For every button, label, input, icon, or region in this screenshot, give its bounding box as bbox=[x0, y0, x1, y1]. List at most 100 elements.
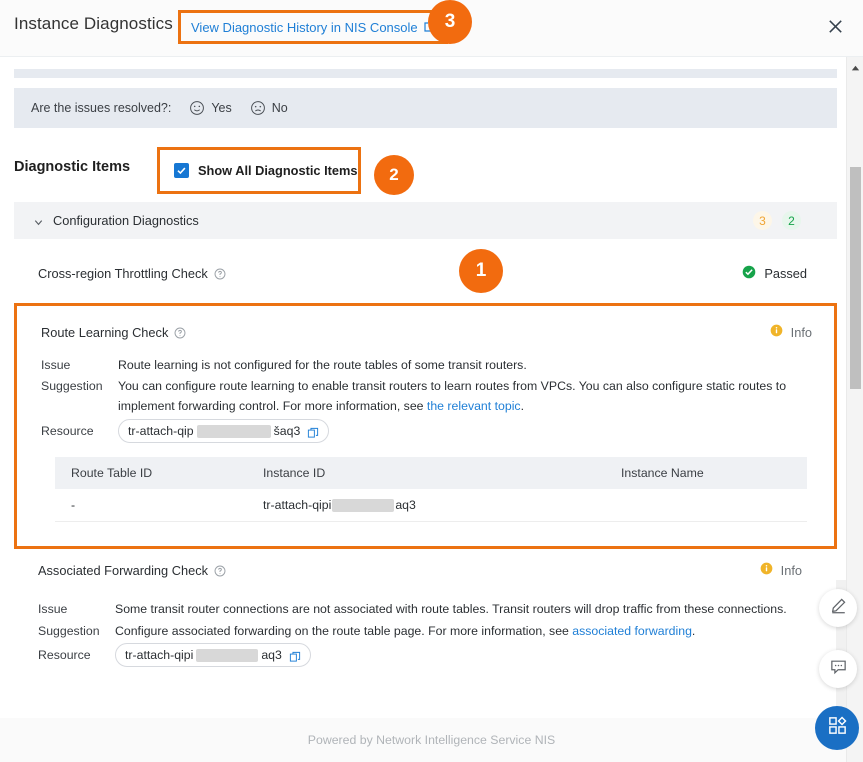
group-title: Configuration Diagnostics bbox=[53, 213, 199, 228]
issue-field: Issue Some transit router connections ar… bbox=[38, 599, 808, 619]
apps-launcher-button[interactable] bbox=[815, 706, 859, 750]
check-row-cross-region-throttling: Cross-region Throttling Check Pas bbox=[14, 239, 837, 306]
suggestion-text: Configure associated forwarding on the r… bbox=[115, 621, 808, 641]
passed-count-badge: 2 bbox=[782, 211, 801, 230]
suggestion-link[interactable]: the relevant topic bbox=[427, 399, 521, 413]
issue-text: Some transit router connections are not … bbox=[115, 599, 808, 619]
redacted-segment bbox=[197, 425, 271, 438]
show-all-diagnostic-items-checkbox[interactable] bbox=[174, 163, 189, 178]
check-status-label: Info bbox=[791, 325, 812, 340]
warning-count-badge: 3 bbox=[753, 211, 772, 230]
resource-id-prefix: tr-attach-qipi bbox=[125, 645, 193, 665]
check-status-info: Info bbox=[770, 324, 812, 340]
issue-label: Issue bbox=[41, 355, 118, 375]
check-title: Associated Forwarding Check bbox=[38, 563, 226, 578]
group-count-badges: 3 2 bbox=[753, 211, 801, 230]
resource-field: Resource tr-attach-qipi aq3 bbox=[38, 643, 808, 667]
info-circle-icon bbox=[760, 562, 773, 578]
apps-grid-icon bbox=[827, 715, 848, 741]
resource-chip[interactable]: tr-attach-qip šaq3 bbox=[118, 419, 329, 443]
feedback-yes-option[interactable]: Yes bbox=[189, 100, 231, 116]
instance-id-prefix: tr-attach-qipi bbox=[263, 498, 331, 512]
suggestion-text-post: . bbox=[521, 399, 524, 413]
step-badge-1: 1 bbox=[459, 249, 503, 293]
instance-diagnostics-dialog: Instance Diagnostics View Diagnostic His… bbox=[0, 0, 863, 762]
dialog-body: Are the issues resolved?: Yes bbox=[0, 57, 863, 762]
step-badge-2: 2 bbox=[374, 155, 414, 195]
suggestion-label: Suggestion bbox=[41, 376, 118, 416]
resource-field: Resource tr-attach-qip šaq3 bbox=[41, 419, 811, 443]
chat-feedback-button[interactable] bbox=[819, 650, 857, 688]
suggestion-text: You can configure route learning to enab… bbox=[118, 376, 811, 416]
info-circle-icon bbox=[770, 324, 783, 340]
check-status-passed: Passed bbox=[742, 265, 807, 282]
check-circle-icon bbox=[742, 265, 756, 282]
suggestion-link[interactable]: associated forwarding bbox=[572, 624, 692, 638]
issue-text: Route learning is not configured for the… bbox=[118, 355, 811, 375]
resource-id-suffix: šaq3 bbox=[274, 421, 301, 441]
show-all-diagnostic-items-highlight: Show All Diagnostic Items bbox=[157, 147, 361, 194]
column-header-instance-id: Instance ID bbox=[263, 466, 621, 480]
edit-feedback-button[interactable] bbox=[819, 589, 857, 627]
issue-label: Issue bbox=[38, 599, 115, 619]
check-status-label: Info bbox=[781, 563, 802, 578]
cell-route-table-id: - bbox=[55, 498, 263, 512]
scrollbar-thumb[interactable] bbox=[850, 167, 861, 389]
close-button[interactable] bbox=[821, 12, 849, 40]
help-circle-icon[interactable] bbox=[174, 327, 186, 339]
chevron-down-icon bbox=[33, 215, 44, 226]
smiley-face-icon bbox=[189, 100, 205, 116]
suggestion-field: Suggestion Configure associated forwardi… bbox=[38, 621, 808, 641]
check-title: Route Learning Check bbox=[41, 325, 186, 340]
powered-by-label: Powered by Network Intelligence Service … bbox=[308, 733, 555, 747]
diagnostic-items-heading: Diagnostic Items bbox=[14, 159, 130, 175]
step-badge-3: 3 bbox=[428, 0, 472, 44]
show-all-diagnostic-items-label: Show All Diagnostic Items bbox=[198, 163, 358, 178]
suggestion-field: Suggestion You can configure route learn… bbox=[41, 376, 811, 416]
top-spacer-band bbox=[14, 69, 837, 78]
check-title-label: Cross-region Throttling Check bbox=[38, 266, 208, 281]
resource-id-prefix: tr-attach-qip bbox=[128, 421, 194, 441]
check-status-info: Info bbox=[760, 562, 802, 578]
resource-chip[interactable]: tr-attach-qipi aq3 bbox=[115, 643, 311, 667]
feedback-no-option[interactable]: No bbox=[250, 100, 288, 116]
suggestion-text-post: . bbox=[692, 624, 695, 638]
frowny-face-icon bbox=[250, 100, 266, 116]
suggestion-label: Suggestion bbox=[38, 621, 115, 641]
pencil-icon bbox=[829, 596, 848, 620]
route-learning-check-highlight: Route Learning Check bbox=[14, 303, 837, 549]
check-title: Cross-region Throttling Check bbox=[38, 266, 226, 281]
route-learning-result-table: Route Table ID Instance ID Instance Name… bbox=[55, 457, 807, 522]
page-title: Instance Diagnostics bbox=[14, 14, 173, 34]
instance-id-suffix: aq3 bbox=[395, 498, 416, 512]
resource-label: Resource bbox=[38, 645, 115, 665]
help-circle-icon[interactable] bbox=[214, 268, 226, 280]
check-title-label: Route Learning Check bbox=[41, 325, 168, 340]
view-diagnostic-history-label: View Diagnostic History in NIS Console bbox=[191, 20, 418, 35]
chat-bubble-icon bbox=[829, 657, 848, 681]
view-diagnostic-history-highlight: View Diagnostic History in NIS Console bbox=[178, 10, 448, 44]
column-header-instance-name: Instance Name bbox=[621, 466, 807, 480]
resource-label: Resource bbox=[41, 421, 118, 441]
redacted-segment bbox=[196, 649, 258, 662]
cell-instance-id: tr-attach-qipi aq3 bbox=[263, 498, 621, 512]
feedback-no-label: No bbox=[272, 101, 288, 115]
footer: Powered by Network Intelligence Service … bbox=[0, 718, 863, 762]
feedback-question: Are the issues resolved?: bbox=[31, 101, 171, 115]
scroll-up-arrow-icon[interactable] bbox=[850, 61, 861, 72]
copy-icon[interactable] bbox=[289, 649, 301, 661]
check-title-label: Associated Forwarding Check bbox=[38, 563, 208, 578]
feedback-yes-label: Yes bbox=[211, 101, 231, 115]
redacted-segment bbox=[332, 499, 394, 512]
table-row: - tr-attach-qipi aq3 bbox=[55, 489, 807, 522]
check-status-label: Passed bbox=[764, 266, 807, 281]
view-diagnostic-history-link[interactable]: View Diagnostic History in NIS Console bbox=[191, 20, 435, 35]
check-row-associated-forwarding: Associated Forwarding Check bbox=[14, 555, 837, 745]
issue-field: Issue Route learning is not configured f… bbox=[41, 355, 811, 375]
resource-id-suffix: aq3 bbox=[261, 645, 282, 665]
configuration-diagnostics-group-header[interactable]: Configuration Diagnostics 3 2 bbox=[14, 202, 837, 239]
copy-icon[interactable] bbox=[307, 425, 319, 437]
help-circle-icon[interactable] bbox=[214, 565, 226, 577]
feedback-bar: Are the issues resolved?: Yes bbox=[14, 88, 837, 128]
column-header-route-table-id: Route Table ID bbox=[55, 466, 263, 480]
